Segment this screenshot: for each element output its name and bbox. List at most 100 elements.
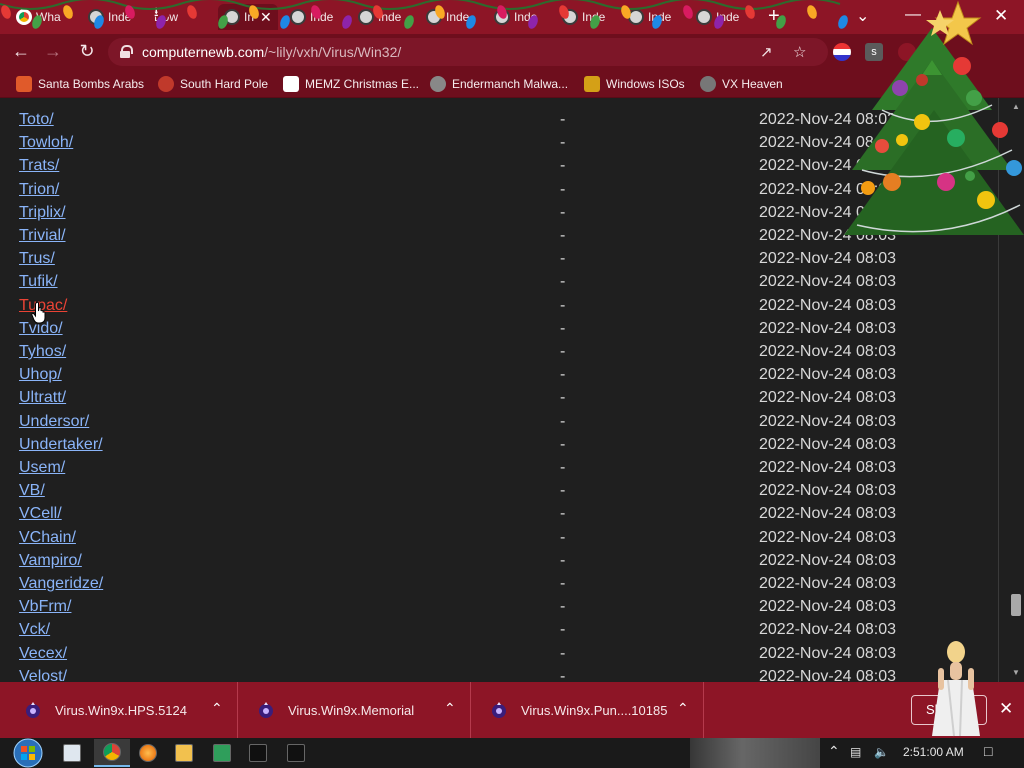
directory-link[interactable]: Trus/ xyxy=(19,250,55,268)
directory-link[interactable]: Trivial/ xyxy=(19,227,66,245)
table-row: Undersor/ - 2022-Nov-24 08:03 xyxy=(0,411,1008,434)
table-row: Trus/ - 2022-Nov-24 08:03 xyxy=(0,248,1008,271)
start-button-icon[interactable] xyxy=(10,738,46,768)
tab-title: Inde xyxy=(310,10,334,24)
browser-tab[interactable]: In ✕ xyxy=(218,4,278,30)
table-row: VbFrm/ - 2022-Nov-24 08:03 xyxy=(0,596,1008,619)
directory-link[interactable]: Usem/ xyxy=(19,459,65,477)
size-cell: - xyxy=(560,459,566,476)
browser-tab[interactable]: Inde xyxy=(420,4,482,30)
directory-link[interactable]: Velost/ xyxy=(19,668,67,682)
bookmark-item[interactable]: Endermanch Malwa... xyxy=(430,76,568,92)
size-cell: - xyxy=(560,111,566,128)
directory-link[interactable]: Vecex/ xyxy=(19,645,67,663)
date-cell: 2022-Nov-24 08:03 xyxy=(759,667,896,682)
download-item[interactable]: Virus.Win9x.HPS.5124 ⌃ xyxy=(6,682,238,738)
directory-link[interactable]: Trats/ xyxy=(19,157,59,175)
size-cell: - xyxy=(560,134,566,152)
date-cell: 2022-Nov-24 08:03 xyxy=(759,250,896,268)
url-text[interactable]: computernewb.com/~lily/vxh/Virus/Win32/ xyxy=(142,44,401,60)
close-download-shelf-icon[interactable]: ✕ xyxy=(999,699,1013,719)
close-tab-icon[interactable]: ✕ xyxy=(260,9,272,26)
browser-tab[interactable]: ⭳Dow xyxy=(148,4,212,30)
tab-title: Inde xyxy=(514,10,538,24)
browser-tab[interactable]: Inde xyxy=(690,4,752,30)
scroll-thumb[interactable] xyxy=(1011,594,1021,616)
download-item[interactable]: Virus.Win9x.Pun....10185 ⌃ xyxy=(472,682,704,738)
taskbar-app[interactable] xyxy=(240,739,276,767)
directory-link[interactable]: Tufik/ xyxy=(19,273,58,291)
share-icon[interactable]: ↗ xyxy=(760,43,773,61)
directory-link[interactable]: Vampiro/ xyxy=(19,552,82,570)
browser-tab[interactable]: Inde xyxy=(488,4,550,30)
date-cell: 2022-Nov-24 08:03 xyxy=(759,505,896,523)
chevron-up-icon[interactable]: ⌃ xyxy=(444,700,456,717)
new-tab-button[interactable]: + xyxy=(768,6,780,26)
size-cell: - xyxy=(560,389,566,407)
notifications-icon[interactable]: □ xyxy=(984,743,992,759)
volume-icon[interactable]: 🔈 xyxy=(874,745,889,759)
directory-link[interactable]: Undersor/ xyxy=(19,413,89,431)
taskbar-app[interactable] xyxy=(94,739,130,767)
browser-tab[interactable]: Inde xyxy=(352,4,414,30)
chevron-up-icon[interactable]: ⌃ xyxy=(677,700,689,717)
directory-link[interactable]: Ultratt/ xyxy=(19,389,66,407)
browser-tab[interactable]: Inde xyxy=(622,4,684,30)
raccoon-icon xyxy=(430,76,446,92)
directory-link[interactable]: Undertaker/ xyxy=(19,436,103,454)
table-row: Undertaker/ - 2022-Nov-24 08:03 xyxy=(0,434,1008,457)
back-arrow-icon[interactable]: ← xyxy=(10,41,32,62)
download-shelf: Virus.Win9x.HPS.5124 ⌃ Virus.Win9x.Memoria… xyxy=(0,682,1024,738)
forward-arrow-icon[interactable]: → xyxy=(42,41,64,62)
directory-link[interactable]: Vangeridze/ xyxy=(19,575,103,593)
directory-link[interactable]: Vck/ xyxy=(19,621,50,639)
bookmark-item[interactable]: South Hard Pole xyxy=(158,76,268,92)
directory-link[interactable]: VbFrm/ xyxy=(19,598,71,616)
taskbar-app[interactable] xyxy=(204,739,240,767)
size-cell: - xyxy=(560,667,566,682)
download-item[interactable]: Virus.Win9x.Memorial ⌃ xyxy=(239,682,471,738)
virus-file-icon xyxy=(259,702,273,718)
lock-icon[interactable] xyxy=(120,45,133,58)
browser-tab[interactable]: Inde xyxy=(556,4,616,30)
download-filename: Virus.Win9x.HPS.5124 xyxy=(55,703,187,718)
bookmark-label: MEMZ Christmas E... xyxy=(305,77,420,91)
date-cell: 2022-Nov-24 08:03 xyxy=(759,389,896,407)
directory-link[interactable]: Towloh/ xyxy=(19,134,73,152)
size-cell: - xyxy=(560,412,566,430)
taskbar-app[interactable] xyxy=(130,739,166,767)
browser-tab[interactable]: Inde xyxy=(82,4,142,30)
directory-link[interactable]: Triplix/ xyxy=(19,204,66,222)
directory-link[interactable]: Tyhos/ xyxy=(19,343,66,361)
taskbar-app[interactable] xyxy=(278,739,314,767)
address-bar[interactable]: computernewb.com/~lily/vxh/Virus/Win32/ … xyxy=(108,38,828,66)
bookmark-item[interactable]: MEMZ Christmas E... xyxy=(283,76,419,92)
table-row: Tvido/-2022-Nov-24 08:03 xyxy=(0,318,1008,341)
taskbar-app[interactable] xyxy=(166,739,202,767)
chevron-up-icon[interactable]: ⌃ xyxy=(211,700,223,717)
directory-link[interactable]: VCell/ xyxy=(19,505,62,523)
size-cell: - xyxy=(560,296,566,314)
directory-link[interactable]: VChain/ xyxy=(19,529,76,547)
download-icon: ⭳ xyxy=(154,4,170,20)
tray-expand-icon[interactable]: ⌃ xyxy=(828,743,840,760)
browser-tab[interactable]: Wha xyxy=(10,4,72,30)
directory-link[interactable]: Trion/ xyxy=(19,181,59,199)
shield-skull-icon xyxy=(696,9,712,25)
size-cell: - xyxy=(560,621,566,639)
reload-icon[interactable]: ↻ xyxy=(76,41,98,62)
christmas-tree-decoration xyxy=(844,0,1024,235)
directory-link[interactable]: Uhop/ xyxy=(19,366,62,384)
bookmark-item[interactable]: VX Heaven xyxy=(700,76,783,92)
directory-link[interactable]: Toto/ xyxy=(19,111,54,129)
taskbar-clock[interactable]: 2:51:00 AM xyxy=(903,745,964,759)
bookmark-item[interactable]: Windows ISOs xyxy=(584,76,685,92)
table-row: VChain/ - 2022-Nov-24 08:03 xyxy=(0,527,1008,550)
network-icon[interactable]: ▤ xyxy=(850,745,861,759)
directory-link[interactable]: VB/ xyxy=(19,482,45,500)
scroll-down-arrow-icon[interactable]: ▼ xyxy=(1012,668,1020,677)
browser-tab[interactable]: Inde xyxy=(284,4,346,30)
bookmark-star-icon[interactable]: ☆ xyxy=(793,43,806,61)
bookmark-item[interactable]: Santa Bombs Arabs xyxy=(16,76,144,92)
taskbar-app[interactable] xyxy=(54,739,90,767)
